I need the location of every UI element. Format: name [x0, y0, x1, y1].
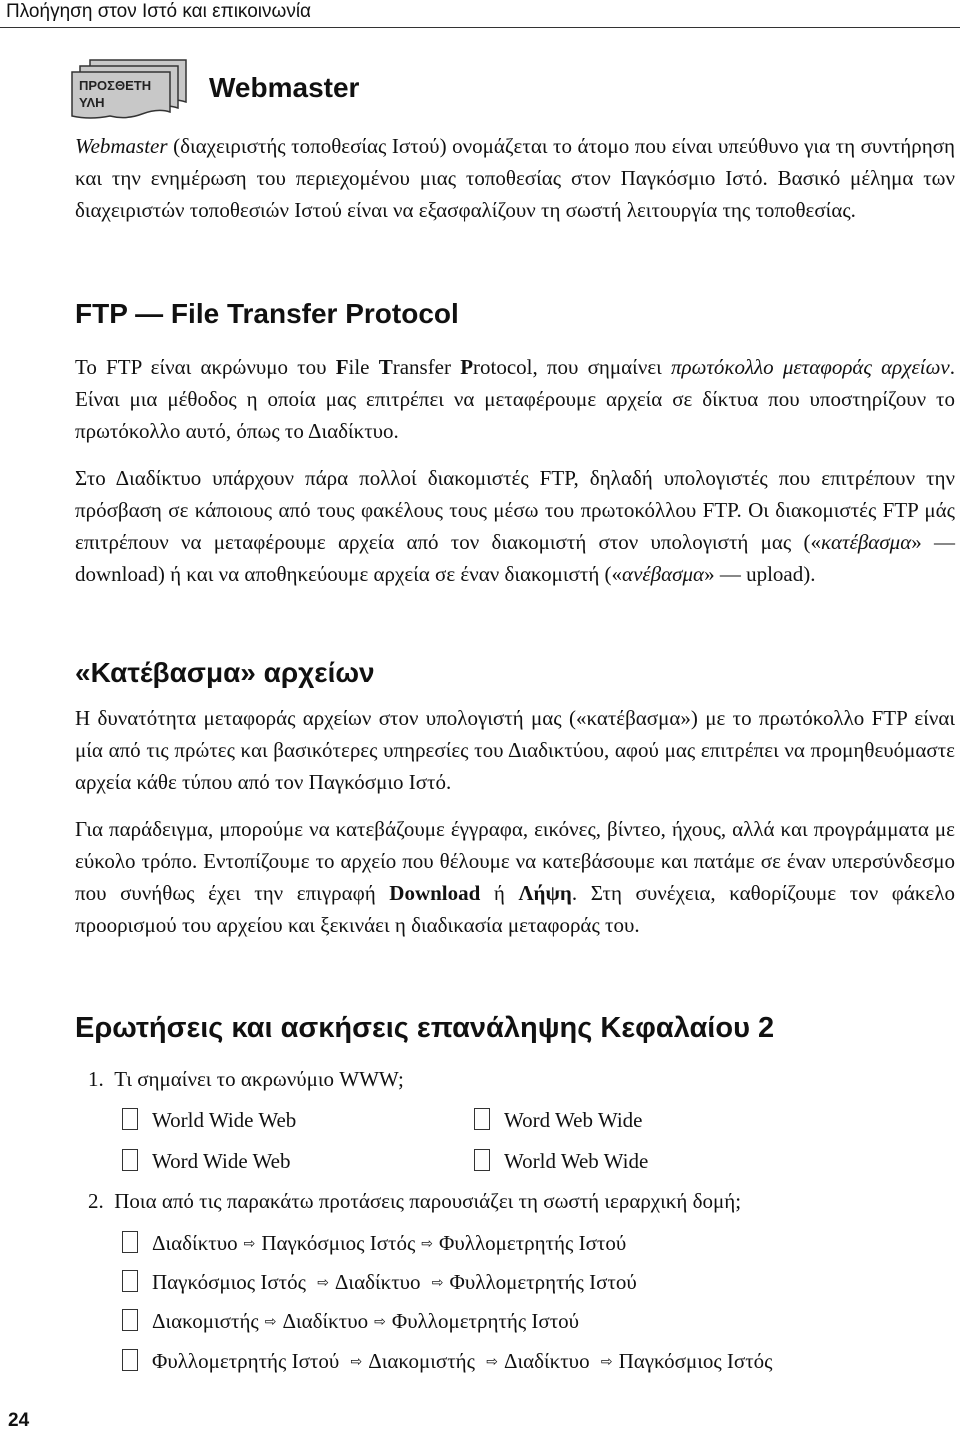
- question-1: 1. Τι σημαίνει το ακρωνύμιο WWW;: [88, 1067, 404, 1091]
- q2-option-4[interactable]: Φυλλομετρητής Ιστού ⇨ Διακομιστής ⇨ Διαδίκ…: [122, 1345, 773, 1378]
- arrow-right-icon: ⇨: [374, 1314, 386, 1330]
- checkbox[interactable]: [474, 1149, 490, 1171]
- section-title-webmaster: Webmaster: [209, 72, 360, 103]
- arrow-right-icon: ⇨: [350, 1354, 363, 1370]
- page-number: 24: [8, 1410, 30, 1431]
- badge-line2: ΥΛΗ: [79, 95, 105, 110]
- checkbox[interactable]: [122, 1270, 138, 1292]
- section-title-questions: Ερωτήσεις και ασκήσεις επανάληψης Κεφαλα…: [75, 1012, 775, 1044]
- additional-material-badge-icon: ΠΡΟΣΘΕΤΗ ΥΛΗ: [71, 59, 187, 119]
- arrow-right-icon: ⇨: [600, 1354, 613, 1370]
- section-title-download: «Κατέβασμα» αρχείων: [75, 657, 375, 688]
- running-header: Πλοήγηση στον Ιστό και επικοινωνία: [6, 1, 312, 22]
- term-webmaster: Webmaster: [75, 134, 168, 158]
- arrow-right-icon: ⇨: [317, 1275, 329, 1291]
- checkbox[interactable]: [122, 1349, 138, 1371]
- arrow-right-icon: ⇨: [264, 1314, 277, 1330]
- arrow-right-icon: ⇨: [243, 1236, 256, 1252]
- ftp-paragraph-1: Το FTP είναι ακρώνυμο του File Transfer …: [75, 355, 955, 443]
- download-paragraph-1: Η δυνατότητα μεταφοράς αρχείων στον υπολ…: [75, 706, 955, 794]
- arrow-right-icon: ⇨: [421, 1236, 434, 1252]
- checkbox[interactable]: [122, 1309, 138, 1331]
- q1-option-3[interactable]: Word Wide Web: [122, 1145, 290, 1177]
- question-2: 2. Ποια από τις παρακάτω προτάσεις παρου…: [88, 1189, 742, 1213]
- q2-option-2[interactable]: Παγκόσμιος Ιστός ⇨ Διαδίκτυο ⇨ Φυλλομετρητ…: [122, 1266, 637, 1299]
- arrow-right-icon: ⇨: [431, 1275, 444, 1291]
- q1-option-1[interactable]: World Wide Web: [122, 1104, 296, 1136]
- q2-option-1[interactable]: Διαδίκτυο ⇨ Παγκόσμιος Ιστός ⇨ Φυλλομετρητής…: [122, 1227, 626, 1260]
- webmaster-paragraph: Webmaster (διαχειριστής τοποθεσίας Ιστού…: [75, 134, 955, 222]
- header-divider: [0, 27, 960, 28]
- q1-option-4[interactable]: World Web Wide: [474, 1145, 648, 1177]
- checkbox[interactable]: [122, 1231, 138, 1253]
- download-paragraph-2: Για παράδειγμα, μπορούμε να κατεβάζουμε …: [75, 817, 956, 937]
- q2-option-3[interactable]: Διακομιστής ⇨ Διαδίκτυο ⇨ Φυλλομετρητής Ιστο…: [122, 1305, 579, 1338]
- checkbox[interactable]: [474, 1108, 490, 1130]
- q1-option-2[interactable]: Word Web Wide: [474, 1104, 642, 1136]
- arrow-right-icon: ⇨: [486, 1354, 498, 1370]
- checkbox[interactable]: [122, 1149, 138, 1171]
- ftp-paragraph-2: Στο Διαδίκτυο υπάρχουν πάρα πολλοί διακο…: [75, 466, 955, 586]
- section-title-ftp: FTP — File Transfer Protocol: [75, 298, 459, 329]
- badge-line1: ΠΡΟΣΘΕΤΗ: [79, 78, 151, 93]
- checkbox[interactable]: [122, 1108, 138, 1130]
